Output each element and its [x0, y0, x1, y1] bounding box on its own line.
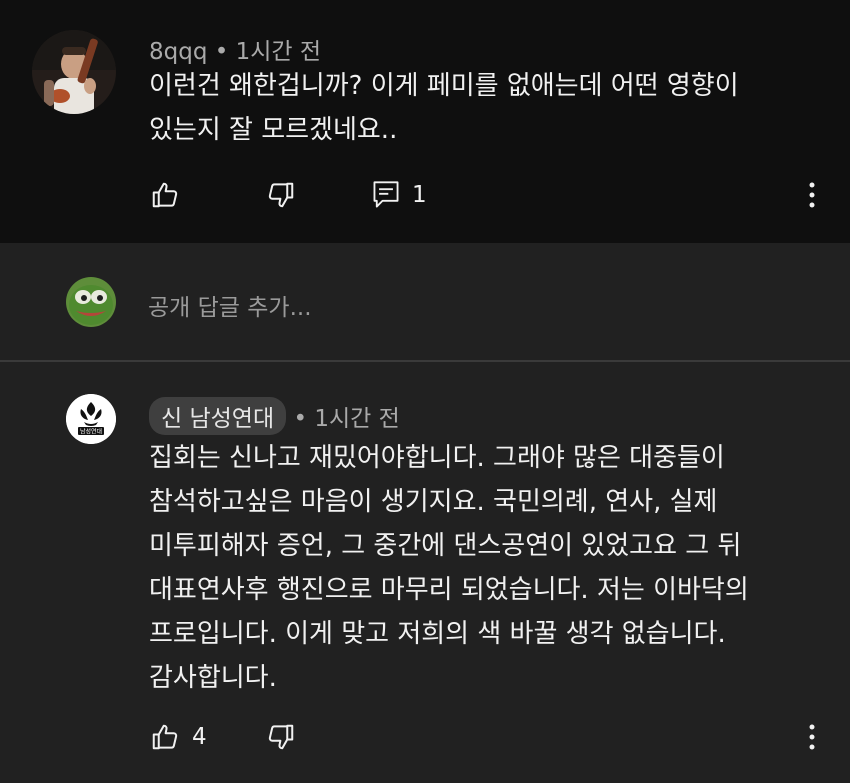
comment-line: 이런건 왜한겁니까? 이게 페미를 없애는데 어떤 영향이	[149, 71, 739, 101]
avatar[interactable]: 남성연대	[66, 394, 116, 444]
comment-icon	[373, 181, 399, 208]
comment-line: 감사합니다.	[149, 663, 277, 693]
comment-line: 프로입니다. 이게 맞고 저희의 색 바꿀 생각 없습니다.	[149, 619, 726, 649]
timestamp: • 1시간 전	[293, 406, 400, 432]
thumbs-up-icon	[152, 182, 178, 208]
timestamp: • 1시간 전	[214, 39, 322, 65]
comment-meta: 8qqq • 1시간 전	[149, 32, 321, 66]
current-user-avatar	[66, 277, 116, 327]
comment-line: 참석하고싶은 마음이 생기지요. 국민의례, 연사, 실제	[149, 487, 718, 517]
replies-button[interactable]: 1	[372, 180, 427, 210]
reply-placeholder: 공개 답글 추가...	[148, 295, 312, 321]
comment-meta: 신 남성연대 • 1시간 전	[149, 397, 400, 435]
thumbs-down-icon	[268, 724, 294, 750]
more-vert-icon	[809, 724, 815, 750]
author-name[interactable]: 8qqq	[149, 39, 207, 65]
like-button[interactable]	[150, 180, 180, 210]
avatar[interactable]	[32, 30, 116, 114]
more-vert-icon	[809, 182, 815, 208]
more-options-button[interactable]	[806, 722, 818, 756]
reply-count: 1	[412, 182, 427, 208]
like-count: 4	[192, 724, 207, 750]
avatar-logo-text: 남성연대	[80, 428, 102, 436]
comment-body: 이런건 왜한겁니까? 이게 페미를 없애는데 어떤 영향이 있는지 잘 모르겠네…	[149, 64, 739, 152]
thumbs-down-icon	[268, 182, 294, 208]
more-options-button[interactable]	[806, 180, 818, 214]
like-button[interactable]: 4	[150, 722, 207, 752]
public-reply-input[interactable]: 공개 답글 추가...	[148, 288, 312, 322]
comment-body: 집회는 신나고 재밌어야합니다. 그래야 많은 대중들이 참석하고싶은 마음이 …	[149, 436, 749, 700]
reply-box-area	[0, 243, 850, 360]
dislike-button[interactable]	[266, 180, 296, 210]
thumbs-up-icon	[152, 724, 178, 750]
comment-line: 있는지 잘 모르겠네요..	[149, 115, 398, 145]
comment-line: 대표연사후 행진으로 마무리 되었습니다. 저는 이바닥의	[149, 575, 749, 605]
author-name[interactable]: 신 남성연대	[149, 397, 287, 435]
dislike-button[interactable]	[266, 722, 296, 752]
comment-line: 미투피해자 증언, 그 중간에 댄스공연이 있었고요 그 뒤	[149, 531, 742, 561]
comment-line: 집회는 신나고 재밌어야합니다. 그래야 많은 대중들이	[149, 443, 725, 473]
